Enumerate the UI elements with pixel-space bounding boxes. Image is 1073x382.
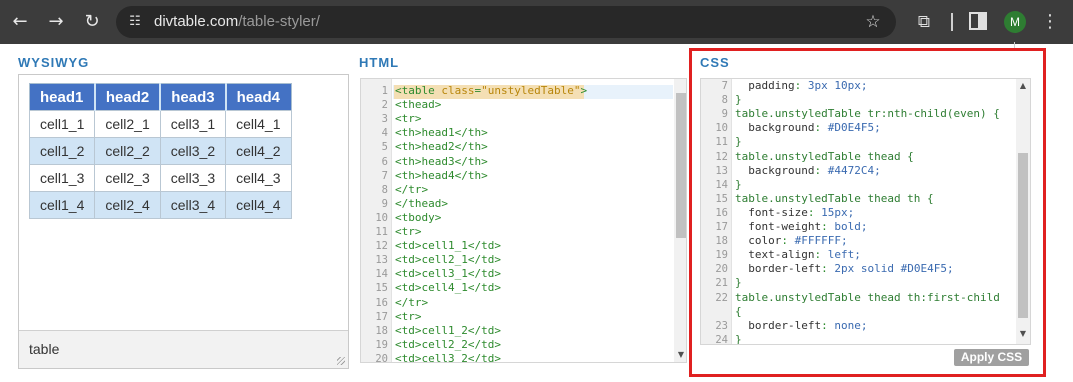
preview-cell[interactable]: cell2_3 [94, 164, 161, 192]
line-number: 15 [375, 282, 388, 295]
preview-cell[interactable]: cell2_4 [94, 191, 161, 219]
preview-cell[interactable]: cell2_1 [94, 110, 161, 138]
site-settings-icon[interactable]: ☷ [126, 13, 144, 31]
address-bar[interactable]: ☷ divtable.com/table-styler/ ☆ [116, 6, 896, 38]
table-row: cell1_3 cell2_3 cell3_3 cell4_3 [28, 164, 292, 192]
code-line[interactable]: <tbody> [395, 211, 441, 224]
html-title: HTML [359, 55, 400, 70]
code-line[interactable]: <tr> [395, 112, 422, 125]
code-line[interactable]: <th>head1</th> [395, 126, 488, 139]
line-number: 14 [375, 268, 388, 281]
css-panel-highlight [689, 48, 1046, 377]
more-menu-icon[interactable]: ⋮ [1040, 10, 1060, 34]
preview-header-cell[interactable]: head2 [93, 83, 161, 111]
line-number: 19 [375, 338, 388, 351]
code-line[interactable]: <th>head3</th> [395, 155, 488, 168]
preview-cell[interactable]: cell3_1 [159, 110, 227, 138]
profile-avatar[interactable]: M [1004, 11, 1026, 33]
line-number: 6 [381, 155, 388, 168]
line-number: 11 [375, 226, 388, 238]
preview-cell[interactable]: cell4_1 [225, 110, 292, 138]
code-line[interactable]: <th>head2</th> [395, 140, 488, 153]
preview-cell[interactable]: cell2_2 [94, 137, 161, 165]
line-number: 10 [375, 211, 388, 224]
html-scroll-thumb[interactable] [676, 93, 686, 238]
code-line[interactable]: <td>cell1_2</td> [395, 324, 501, 337]
code-line[interactable]: <td>cell3_2</td> [395, 352, 501, 362]
code-line[interactable]: <td>cell4_1</td> [395, 281, 501, 294]
line-number: 4 [381, 127, 388, 140]
code-line[interactable]: <td>cell2_1</td> [395, 253, 501, 266]
code-line[interactable]: </tr> [395, 183, 428, 196]
line-number: 2 [381, 99, 388, 112]
table-row: cell1_2 cell2_2 cell3_2 cell4_2 [28, 137, 292, 165]
browser-toolbar: ← → ↻ ☷ divtable.com/table-styler/ ☆ ⧉ M… [0, 0, 1073, 44]
preview-cell[interactable]: cell3_2 [159, 137, 227, 165]
preview-cell[interactable]: cell1_1 [28, 110, 96, 138]
back-arrow-icon[interactable]: ← [6, 8, 34, 36]
element-path-bar: table [19, 330, 348, 368]
line-number: 3 [381, 113, 388, 126]
code-line[interactable]: <td>cell1_1</td> [395, 239, 501, 252]
preview-header-cell[interactable]: head3 [159, 83, 226, 111]
code-line[interactable]: <tr> [395, 225, 422, 238]
extensions-puzzle-icon[interactable]: ⧉ [912, 10, 936, 34]
code-line[interactable]: </thead> [395, 197, 448, 210]
line-number: 1 [381, 85, 388, 97]
html-code-editor[interactable]: 1 <table class="unstyledTable"> 2 <thead> 3 <… [360, 78, 687, 363]
preview-header-cell[interactable]: head1 [29, 83, 95, 111]
resize-grip-icon[interactable] [337, 357, 345, 365]
preview-cell[interactable]: cell3_4 [159, 191, 227, 219]
preview-cell[interactable]: cell1_3 [28, 164, 96, 192]
toolbar-divider [951, 13, 953, 31]
code-line[interactable]: <tr> [395, 310, 422, 323]
preview-cell[interactable]: cell4_3 [225, 164, 292, 192]
html-vertical-scrollbar[interactable]: ▼ [674, 79, 686, 362]
line-number: 17 [375, 310, 388, 323]
line-number: 20 [375, 352, 388, 363]
code-line[interactable]: <th>head4</th> [395, 169, 488, 182]
url-text[interactable]: divtable.com/table-styler/ [154, 6, 320, 38]
forward-arrow-icon[interactable]: → [42, 8, 70, 36]
line-number: 18 [375, 324, 388, 337]
line-number: 12 [375, 240, 388, 253]
line-number: 16 [375, 296, 388, 309]
preview-cell[interactable]: cell4_2 [225, 137, 292, 165]
preview-cell[interactable]: cell1_2 [28, 137, 96, 165]
side-panel-icon[interactable] [969, 12, 987, 30]
element-path-text[interactable]: table [29, 341, 59, 357]
code-line[interactable]: <thead> [395, 98, 441, 111]
wysiwyg-panel[interactable]: head1 head2 head3 head4 cell1_1 cell2_1 … [18, 74, 349, 369]
preview-header-cell[interactable]: head4 [224, 83, 291, 111]
wysiwyg-title: WYSIWYG [18, 55, 90, 70]
reload-icon[interactable]: ↻ [78, 8, 106, 36]
code-line[interactable]: <table class="unstyledTable"> [395, 84, 587, 97]
code-line[interactable]: </tr> [395, 296, 428, 309]
preview-cell[interactable]: cell3_3 [159, 164, 227, 192]
preview-table[interactable]: head1 head2 head3 head4 cell1_1 cell2_1 … [28, 83, 292, 219]
table-row: cell1_1 cell2_1 cell3_1 cell4_1 [28, 110, 292, 138]
line-number: 8 [381, 183, 388, 196]
code-line[interactable]: <td>cell3_1</td> [395, 267, 501, 280]
preview-cell[interactable]: cell1_4 [28, 191, 96, 219]
scroll-down-arrow-icon[interactable]: ▼ [674, 349, 686, 361]
line-number: 13 [375, 254, 388, 267]
table-row: cell1_4 cell2_4 cell3_4 cell4_4 [28, 191, 292, 219]
bookmark-star-icon[interactable]: ☆ [862, 11, 884, 33]
line-number: 5 [381, 141, 388, 154]
line-number: 7 [381, 169, 388, 182]
line-number: 9 [381, 197, 388, 210]
preview-cell[interactable]: cell4_4 [225, 191, 292, 219]
code-line[interactable]: <td>cell2_2</td> [395, 338, 501, 351]
